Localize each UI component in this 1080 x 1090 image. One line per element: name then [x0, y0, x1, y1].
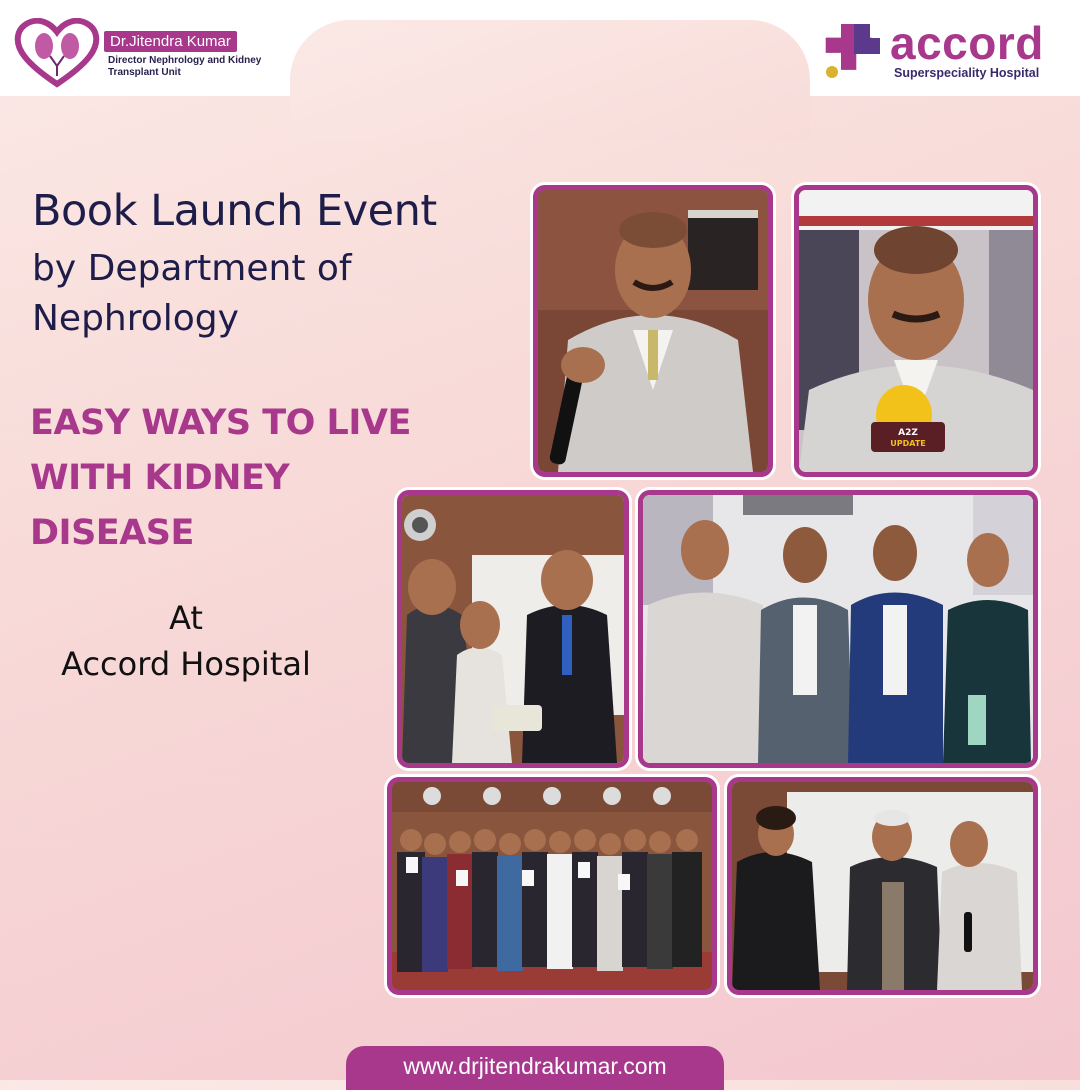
doctor-name: Dr.Jitendra Kumar	[104, 31, 237, 52]
at-label: At	[169, 599, 203, 637]
website-link[interactable]: www.drjitendrakumar.com	[346, 1046, 724, 1090]
photo-speaker-with-mic	[533, 185, 773, 477]
venue-name: Accord Hospital	[61, 645, 311, 683]
mic-badge-line-2: UPDATE	[890, 439, 926, 448]
event-title: Book Launch Event	[32, 186, 437, 236]
kidney-heart-logo-icon	[14, 18, 100, 88]
photo-large-group	[387, 777, 717, 995]
hospital-subtitle: Superspeciality Hospital	[894, 66, 1040, 80]
doctor-role: Director Nephrology and Kidney Transplan…	[108, 55, 262, 78]
book-title-line-1: EASY WAYS TO LIVE	[30, 403, 411, 443]
mic-badge-line-1: A2Z	[898, 428, 918, 438]
event-subtitle: by Department of Nephrology	[32, 244, 492, 344]
photo-media-interview: A2Z UPDATE	[794, 185, 1038, 477]
hospital-name: accord	[890, 17, 1044, 69]
accord-cross-logo-icon	[825, 24, 880, 78]
photo-book-handover	[397, 490, 629, 768]
photo-group-of-four	[638, 490, 1038, 768]
photo-trio-presentation	[727, 777, 1038, 995]
header-curve	[290, 20, 810, 140]
subtitle-line-1: by Department of	[32, 248, 352, 289]
subtitle-line-2: Nephrology	[32, 298, 239, 339]
